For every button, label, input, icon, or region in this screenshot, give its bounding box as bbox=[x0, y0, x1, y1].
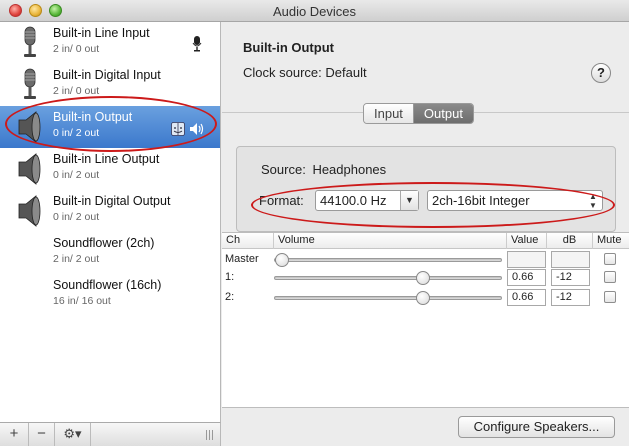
source-row: Source: Headphones bbox=[261, 162, 386, 177]
system-output-finder-icon bbox=[171, 122, 185, 136]
device-item-built-in-output[interactable]: Built-in Output 0 in/ 2 out bbox=[0, 106, 220, 148]
clock-source-value: Default bbox=[325, 65, 367, 80]
master-mute-checkbox[interactable] bbox=[604, 253, 616, 265]
column-header-value: Value bbox=[507, 233, 547, 249]
device-name: Soundflower (2ch) bbox=[53, 236, 155, 250]
device-channels: 2 in/ 0 out bbox=[53, 43, 100, 55]
ch2-volume-slider[interactable] bbox=[274, 291, 502, 305]
speaker-icon bbox=[18, 195, 41, 227]
source-value: Headphones bbox=[312, 162, 387, 177]
slider-knob[interactable] bbox=[416, 291, 431, 305]
up-down-arrows-icon: ▲ ▼ bbox=[589, 192, 597, 210]
device-name: Soundflower (16ch) bbox=[53, 278, 162, 292]
device-item-soundflower-16ch[interactable]: Soundflower (16ch) 16 in/ 16 out bbox=[0, 274, 220, 316]
slider-knob[interactable] bbox=[416, 271, 431, 285]
clock-source-label: Clock source: bbox=[243, 65, 322, 80]
chevron-down-icon: ▼ bbox=[400, 191, 418, 210]
default-input-microphone-icon bbox=[192, 36, 202, 52]
ch1-value-field[interactable]: 0.66 bbox=[507, 269, 546, 286]
slider-knob[interactable] bbox=[275, 253, 289, 267]
tab-output[interactable]: Output bbox=[413, 104, 473, 123]
ch1-mute-checkbox[interactable] bbox=[604, 271, 616, 283]
ch1-db-field[interactable]: -12 bbox=[551, 269, 590, 286]
resize-grip-icon[interactable] bbox=[206, 430, 214, 440]
title-bar: Audio Devices bbox=[0, 0, 629, 22]
device-name: Built-in Digital Output bbox=[53, 194, 171, 208]
sample-rate-select[interactable]: 44100.0 Hz ▼ bbox=[315, 190, 419, 211]
ch2-db-field[interactable]: -12 bbox=[551, 289, 590, 306]
gear-menu-button[interactable]: ⚙▾ bbox=[55, 423, 91, 446]
device-channels: 16 in/ 16 out bbox=[53, 295, 111, 307]
ch2-mute-checkbox[interactable] bbox=[604, 291, 616, 303]
device-item-built-in-line-input[interactable]: Built-in Line Input 2 in/ 0 out bbox=[0, 22, 220, 64]
master-db-field bbox=[551, 251, 590, 268]
device-detail-pane: Built-in Output Clock source: Default ? … bbox=[222, 22, 629, 446]
device-name: Built-in Digital Input bbox=[53, 68, 161, 82]
format-box: Source: Headphones Format: 44100.0 Hz ▼ … bbox=[236, 146, 616, 232]
tab-input[interactable]: Input bbox=[364, 104, 414, 123]
device-name: Built-in Line Output bbox=[53, 152, 160, 166]
row-label-ch1: 1: bbox=[225, 271, 235, 283]
master-volume-slider[interactable] bbox=[274, 253, 502, 267]
device-name: Built-in Output bbox=[53, 110, 133, 124]
input-output-tabs: Input Output bbox=[363, 103, 474, 124]
device-title: Built-in Output bbox=[243, 40, 334, 55]
speaker-icon bbox=[18, 111, 41, 143]
device-item-built-in-digital-output[interactable]: Built-in Digital Output 0 in/ 2 out bbox=[0, 190, 220, 232]
master-value-field bbox=[507, 251, 546, 268]
device-item-built-in-digital-input[interactable]: Built-in Digital Input 2 in/ 0 out bbox=[0, 64, 220, 106]
device-name: Built-in Line Input bbox=[53, 26, 150, 40]
add-device-button[interactable]: + bbox=[0, 423, 29, 446]
device-channels: 2 in/ 2 out bbox=[53, 253, 100, 265]
clock-source: Clock source: Default bbox=[243, 65, 367, 80]
help-button[interactable]: ? bbox=[591, 63, 611, 83]
device-item-soundflower-2ch[interactable]: Soundflower (2ch) 2 in/ 2 out bbox=[0, 232, 220, 274]
row-label-ch2: 2: bbox=[225, 291, 235, 303]
speaker-icon bbox=[18, 153, 41, 185]
volume-table-header: Ch Volume Value dB Mute bbox=[222, 233, 629, 249]
ch1-volume-slider[interactable] bbox=[274, 271, 502, 285]
bit-format-select[interactable]: 2ch-16bit Integer ▲ ▼ bbox=[427, 190, 603, 211]
remove-device-button[interactable]: − bbox=[29, 423, 55, 446]
microphone-icon bbox=[24, 26, 36, 57]
device-channels: 2 in/ 0 out bbox=[53, 85, 100, 97]
default-output-speaker-icon bbox=[190, 123, 204, 135]
source-label: Source: bbox=[261, 162, 306, 177]
format-label: Format: bbox=[259, 193, 304, 208]
row-label-master: Master bbox=[225, 253, 259, 265]
column-header-mute: Mute bbox=[597, 234, 622, 246]
bit-format-value: 2ch-16bit Integer bbox=[432, 193, 530, 208]
microphone-icon bbox=[24, 68, 36, 99]
device-item-built-in-line-output[interactable]: Built-in Line Output 0 in/ 2 out bbox=[0, 148, 220, 190]
ch2-value-field[interactable]: 0.66 bbox=[507, 289, 546, 306]
column-header-db: dB bbox=[547, 233, 593, 249]
device-channels: 0 in/ 2 out bbox=[53, 211, 100, 223]
sidebar-bottom-bar: + − ⚙▾ bbox=[0, 422, 221, 446]
sample-rate-value: 44100.0 Hz bbox=[320, 193, 387, 208]
window-title: Audio Devices bbox=[272, 4, 357, 19]
device-channels: 0 in/ 2 out bbox=[53, 169, 100, 181]
volume-table: Ch Volume Value dB Mute Master 1: 0.66 -… bbox=[222, 232, 629, 408]
column-header-volume: Volume bbox=[274, 233, 507, 249]
column-header-ch: Ch bbox=[222, 233, 274, 249]
configure-speakers-button[interactable]: Configure Speakers... bbox=[458, 416, 615, 438]
device-list: Built-in Line Input 2 in/ 0 out Built-in… bbox=[0, 22, 221, 422]
device-channels: 0 in/ 2 out bbox=[53, 127, 100, 139]
